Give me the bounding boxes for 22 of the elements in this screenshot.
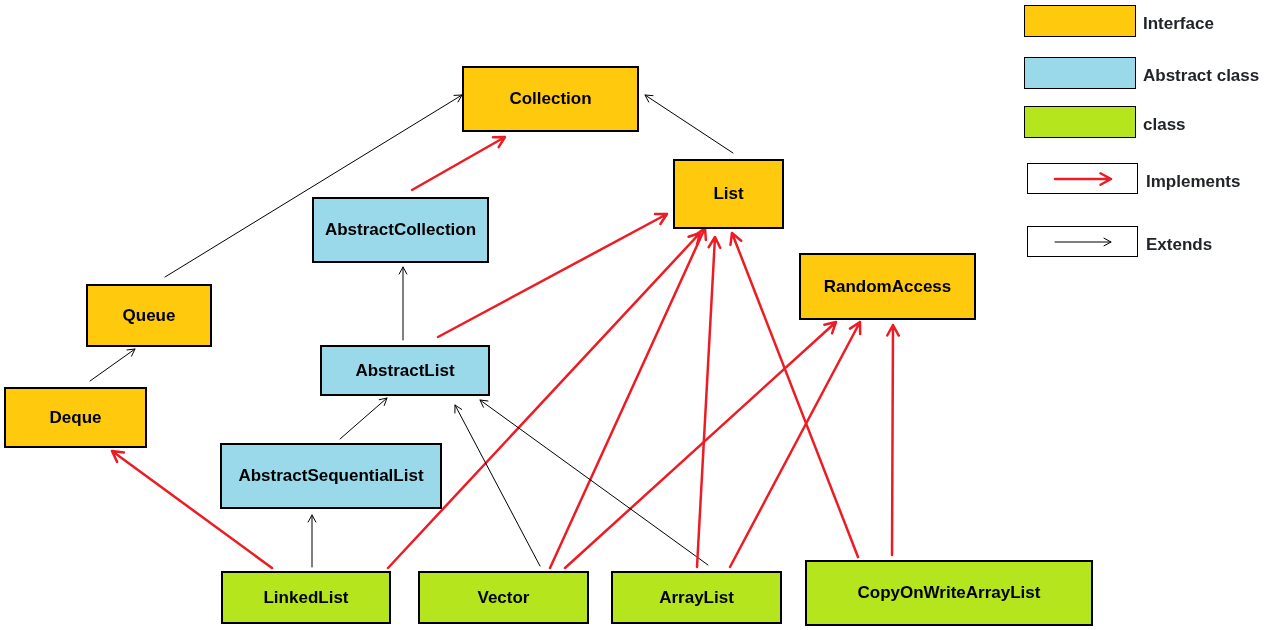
legend-label: Abstract class <box>1143 65 1260 87</box>
abstract-class-node: AbstractList <box>320 345 490 396</box>
class-node: Vector <box>418 571 589 624</box>
abstract-class-node: AbstractCollection <box>312 197 489 263</box>
class-node: ArrayList <box>611 571 782 624</box>
legend-label: Implements <box>1146 171 1241 193</box>
class-node: CopyOnWriteArrayList <box>805 560 1093 626</box>
interface-node: List <box>673 159 784 229</box>
interface-node: RandomAccess <box>799 253 976 320</box>
interface-node: Deque <box>4 387 147 448</box>
extends-arrow <box>89 348 136 382</box>
interface-node: Queue <box>86 284 212 347</box>
interface-node: Collection <box>462 66 639 132</box>
class-node: LinkedList <box>221 571 391 624</box>
legend-implements-arrow <box>1053 172 1113 186</box>
abstract-class-node: AbstractSequentialList <box>220 443 442 509</box>
extends-arrow <box>339 397 388 440</box>
legend-label: Extends <box>1146 234 1213 256</box>
legend-label: class <box>1143 114 1186 136</box>
legend-label: Interface <box>1143 13 1214 35</box>
legend-extends-arrow <box>1054 237 1112 247</box>
extends-arrow <box>307 514 317 568</box>
